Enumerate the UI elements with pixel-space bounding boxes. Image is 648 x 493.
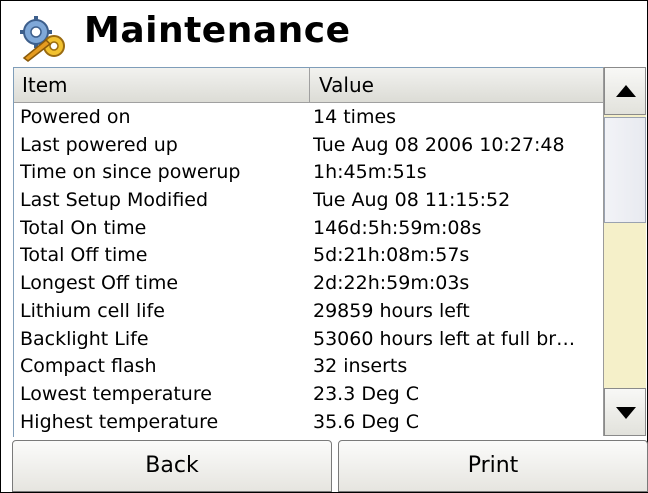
value-cell: Tue Aug 08 11:15:52 xyxy=(313,189,511,212)
table-row[interactable]: Lowest temperature 23.3 Deg C xyxy=(14,381,604,409)
gears-icon xyxy=(20,16,65,62)
item-cell: Total On time xyxy=(20,216,147,239)
maintenance-window: Maintenance Item Value Powered on 14 tim… xyxy=(0,0,648,493)
value-cell: 5d:21h:08m:57s xyxy=(313,244,470,267)
table-row[interactable]: Lithium cell life 29859 hours left xyxy=(14,298,604,326)
item-cell: Lithium cell life xyxy=(20,299,165,322)
table-row[interactable]: Last Setup Modified Tue Aug 08 11:15:52 xyxy=(14,187,604,215)
item-cell: Lowest temperature xyxy=(20,382,212,405)
window-title: Maintenance xyxy=(84,10,351,51)
table-row[interactable]: Longest Off time 2d:22h:59m:03s xyxy=(14,270,604,298)
arrow-up-icon xyxy=(616,85,636,97)
value-cell: 2d:22h:59m:03s xyxy=(313,272,470,295)
table-header: Item Value xyxy=(14,68,604,103)
item-cell: Backlight Life xyxy=(20,327,149,350)
item-cell: Total Off time xyxy=(20,244,148,267)
value-cell: 23.3 Deg C xyxy=(313,382,420,405)
table-row[interactable]: Time on since powerup 1h:45m:51s xyxy=(14,159,604,187)
table-body: Powered on 14 times Last powered up Tue … xyxy=(14,104,604,436)
arrow-down-icon xyxy=(616,407,636,419)
item-cell: Powered on xyxy=(20,106,131,128)
table-row[interactable]: Backlight Life 53060 hours left at full … xyxy=(14,326,604,354)
print-button[interactable]: Print xyxy=(338,440,648,492)
vertical-scrollbar[interactable] xyxy=(603,67,646,436)
table-row[interactable]: Total On time 146d:5h:59m:08s xyxy=(14,215,604,243)
item-cell: Last Setup Modified xyxy=(20,189,209,212)
item-cell: Time on since powerup xyxy=(20,161,241,184)
column-header-item[interactable]: Item xyxy=(14,68,310,102)
title-bar: Maintenance xyxy=(2,2,646,66)
maintenance-table: Item Value Powered on 14 times Last powe… xyxy=(13,67,604,437)
item-cell: Longest Off time xyxy=(20,272,179,295)
value-cell: 1h:45m:51s xyxy=(313,161,427,184)
item-cell: Compact flash xyxy=(20,355,157,378)
value-cell: 29859 hours left xyxy=(313,299,470,322)
scroll-thumb[interactable] xyxy=(604,117,646,223)
table-row[interactable]: Powered on 14 times xyxy=(14,104,604,132)
table-row[interactable]: Highest temperature 35.6 Deg C xyxy=(14,409,604,437)
value-cell: 35.6 Deg C xyxy=(313,410,420,433)
value-cell: 14 times xyxy=(313,106,397,128)
table-row[interactable]: Total Off time 5d:21h:08m:57s xyxy=(14,242,604,270)
back-button[interactable]: Back xyxy=(12,440,332,492)
item-cell: Last powered up xyxy=(20,133,178,156)
scroll-down-button[interactable] xyxy=(604,388,646,436)
value-cell: 146d:5h:59m:08s xyxy=(313,216,482,239)
button-bar: Back Print xyxy=(2,438,648,492)
column-header-value[interactable]: Value xyxy=(311,68,604,102)
value-cell: 53060 hours left at full br… xyxy=(313,327,576,350)
table-row[interactable]: Compact flash 32 inserts xyxy=(14,353,604,381)
scroll-up-button[interactable] xyxy=(604,67,646,115)
table-row[interactable]: Last powered up Tue Aug 08 2006 10:27:48 xyxy=(14,132,604,160)
value-cell: 32 inserts xyxy=(313,355,408,378)
value-cell: Tue Aug 08 2006 10:27:48 xyxy=(313,133,565,156)
item-cell: Highest temperature xyxy=(20,410,219,433)
